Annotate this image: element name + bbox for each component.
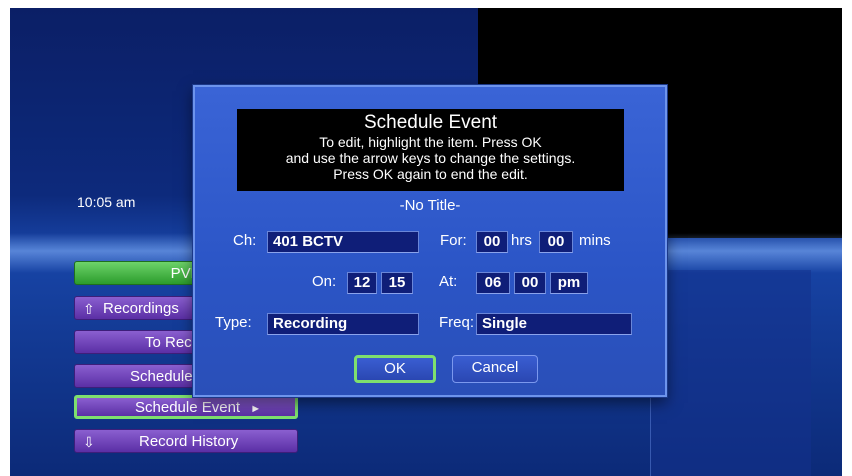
- time-minute-field[interactable]: 00: [514, 272, 546, 294]
- menu-item-label: Recordings: [103, 300, 179, 317]
- type-label: Type:: [215, 314, 252, 331]
- date-month-field[interactable]: 12: [347, 272, 377, 294]
- duration-label: For:: [440, 232, 467, 249]
- date-day-field[interactable]: 15: [381, 272, 413, 294]
- channel-field[interactable]: 401 BCTV: [267, 231, 419, 253]
- down-arrow-icon: ⇩: [83, 434, 95, 450]
- time-ampm-field[interactable]: pm: [550, 272, 588, 294]
- up-arrow-icon: ⇧: [83, 301, 95, 317]
- menu-item-label: Record History: [139, 433, 239, 450]
- time-label: At:: [439, 273, 458, 290]
- menu-item-schedule-event[interactable]: Schedule Event ►: [74, 395, 298, 419]
- instruction-line: To edit, highlight the item. Press OK: [319, 134, 542, 150]
- hours-unit-label: hrs: [511, 232, 532, 249]
- right-arrow-icon: ►: [250, 403, 262, 415]
- time-hour-field[interactable]: 06: [476, 272, 510, 294]
- ok-button[interactable]: OK: [354, 355, 436, 383]
- duration-minutes-field[interactable]: 00: [539, 231, 573, 253]
- dialog-title: Schedule Event: [363, 112, 498, 133]
- minutes-unit-label: mins: [579, 232, 611, 249]
- dialog-header: Schedule Event To edit, highlight the it…: [237, 109, 624, 191]
- frequency-field[interactable]: Single: [476, 313, 632, 335]
- menu-item-label: Schedule Event: [135, 399, 241, 416]
- instruction-line: Press OK again to end the edit.: [333, 166, 528, 182]
- date-label: On:: [312, 273, 337, 290]
- channel-label: Ch:: [233, 232, 257, 249]
- type-field[interactable]: Recording: [267, 313, 419, 335]
- menu-item-record-history[interactable]: ⇩ Record History: [74, 429, 298, 453]
- side-panel: [650, 270, 811, 476]
- tv-screen: 10:05 am PVR ⇧ Recordings To Record Sche…: [10, 8, 842, 476]
- duration-hours-field[interactable]: 00: [476, 231, 508, 253]
- cancel-button[interactable]: Cancel: [452, 355, 538, 383]
- program-title: -No Title-: [399, 197, 461, 214]
- clock: 10:05 am: [77, 194, 136, 210]
- schedule-event-dialog: Schedule Event To edit, highlight the it…: [193, 85, 667, 397]
- frequency-label: Freq:: [439, 314, 475, 331]
- instruction-line: and use the arrow keys to change the set…: [285, 150, 576, 166]
